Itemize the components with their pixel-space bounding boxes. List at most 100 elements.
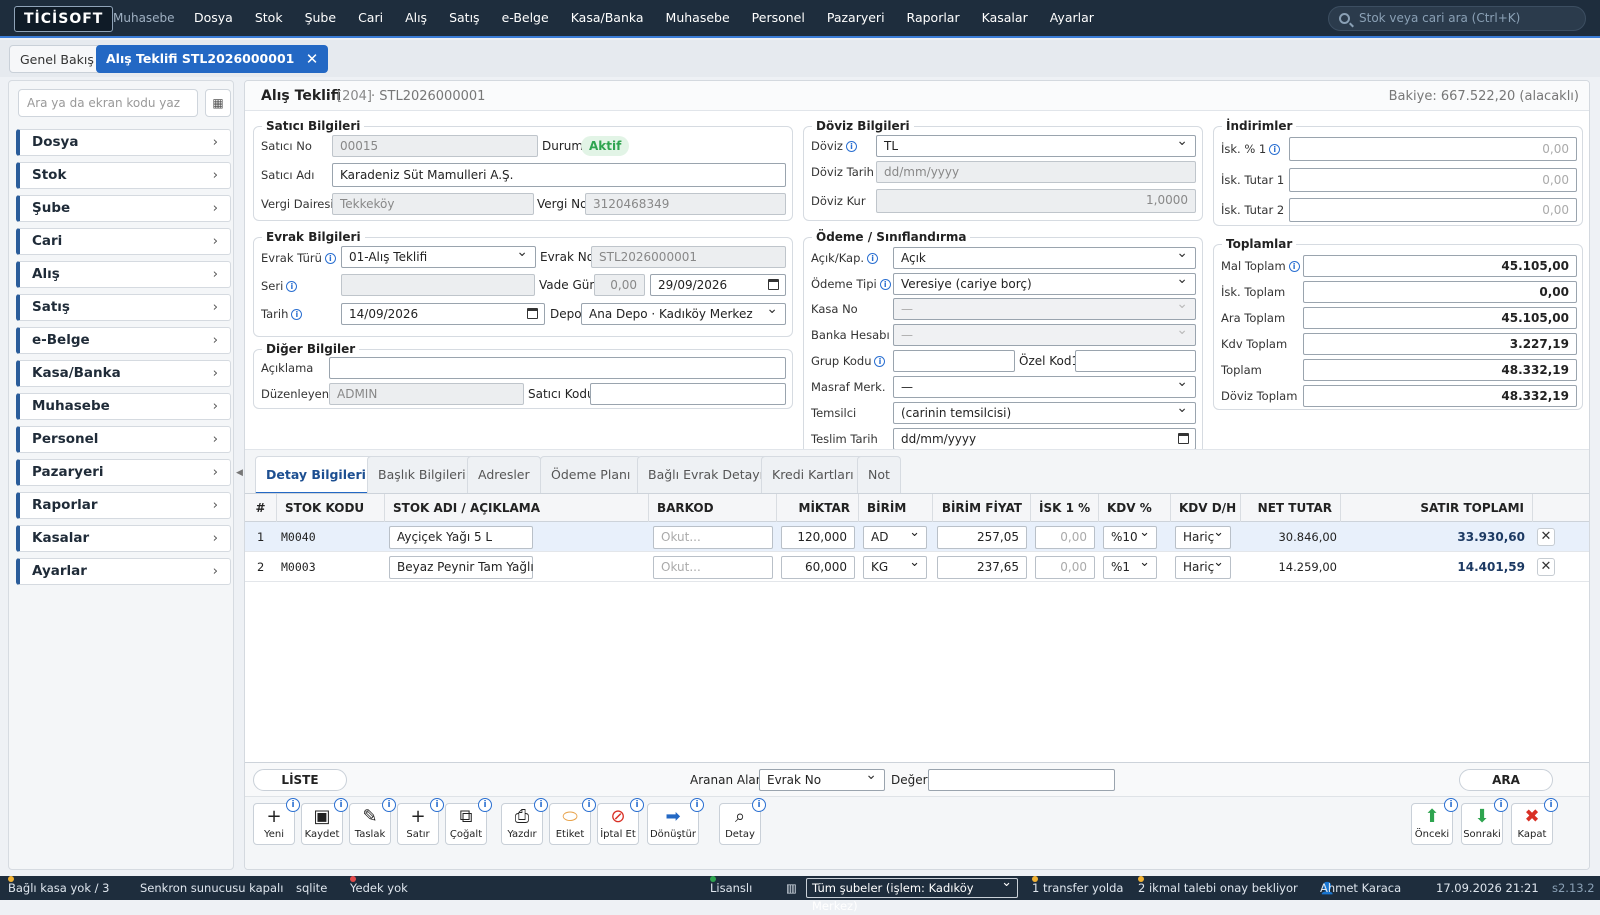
col-row-total[interactable]: SATIR TOPLAMI <box>1341 494 1533 522</box>
next-button[interactable]: ⬇ Sonraki i <box>1461 798 1508 845</box>
branch-select[interactable]: Tüm şubeler (işlem: Kadıköy Merkez) <box>806 874 1018 913</box>
representative-select[interactable]: (carinin temsilcisi) <box>893 402 1196 424</box>
info-icon[interactable]: i <box>1269 144 1281 155</box>
info-icon[interactable]: i <box>752 798 766 812</box>
calendar-icon[interactable] <box>768 279 779 290</box>
row-vat-select[interactable]: %10 <box>1103 522 1157 549</box>
sidebar-item-sube[interactable]: Şube › <box>16 195 231 222</box>
payment-type-select[interactable]: Veresiye (cariye borç) <box>893 273 1196 295</box>
sidebar-item-raporlar[interactable]: Raporlar › <box>16 492 231 519</box>
tab-header-info[interactable]: Başlık Bilgileri <box>367 456 477 494</box>
discount-amount2-field[interactable]: 0,00 <box>1289 198 1577 222</box>
calendar-icon[interactable] <box>527 308 538 319</box>
row-discount-input[interactable]: 0,00 <box>1035 526 1095 549</box>
collapse-sidebar-icon[interactable]: ◀ <box>236 468 243 478</box>
search-value-input[interactable] <box>928 769 1115 791</box>
sidebar-item-cari[interactable]: Cari › <box>16 228 231 255</box>
col-unit-price[interactable]: BİRİM FİYAT <box>933 494 1031 522</box>
info-icon[interactable]: i <box>382 798 396 812</box>
info-icon[interactable]: i <box>478 798 492 812</box>
tab-note[interactable]: Not <box>857 456 901 494</box>
doc-no-field[interactable]: STL2026000001 <box>591 246 786 268</box>
description-field[interactable] <box>329 357 786 379</box>
col-index[interactable]: # <box>245 494 277 522</box>
menu-personel[interactable]: Personel <box>741 0 816 36</box>
sidebar-item-ebelge[interactable]: e-Belge › <box>16 327 231 354</box>
menu-sube[interactable]: Şube <box>294 0 347 36</box>
sidebar-item-pazaryeri[interactable]: Pazaryeri › <box>16 459 231 486</box>
col-stock-code[interactable]: STOK KODU <box>277 494 385 522</box>
cost-center-select[interactable]: — <box>893 376 1196 398</box>
delete-row-icon[interactable]: ✕ <box>1537 558 1555 576</box>
discount-percent-field[interactable]: 0,00 <box>1289 137 1577 161</box>
label-button[interactable]: ⬭ Etiket i <box>549 798 596 845</box>
exchange-rate-field[interactable]: 1,0000 <box>876 189 1196 213</box>
app-logo[interactable]: TİCİSOFT <box>14 6 114 32</box>
info-icon[interactable]: i <box>334 798 348 812</box>
global-search-input[interactable]: Stok veya cari ara (Ctrl+K) <box>1328 6 1586 31</box>
menu-ayarlar[interactable]: Ayarlar <box>1039 0 1105 36</box>
table-row[interactable]: 1 M0040 Ayçiçek Yağı 5 L Okut... 120,000… <box>245 522 1589 552</box>
col-unit[interactable]: BİRİM <box>859 494 933 522</box>
col-quantity[interactable]: MİKTAR <box>777 494 859 522</box>
tab-overview[interactable]: Genel Bakış <box>9 45 105 73</box>
sidebar-item-stok[interactable]: Stok › <box>16 162 231 189</box>
row-quantity-input[interactable]: 60,000 <box>781 556 855 579</box>
info-icon[interactable]: i <box>1288 261 1300 272</box>
row-vat-dh-select[interactable]: Hariç <box>1175 522 1231 549</box>
info-icon[interactable]: i <box>534 798 548 812</box>
depot-select[interactable]: Ana Depo · Kadıköy Merkez <box>581 303 786 325</box>
tax-office-field[interactable]: Tekkeköy <box>332 193 534 215</box>
info-icon[interactable]: i <box>879 279 891 290</box>
draft-button[interactable]: ✎ Taslak i <box>349 798 396 845</box>
tab-payment-plan[interactable]: Ödeme Planı <box>540 456 642 494</box>
row-unit-select[interactable]: KG <box>863 552 927 579</box>
new-button[interactable]: + Yeni i <box>253 798 300 845</box>
editor-field[interactable]: ADMIN <box>329 383 524 405</box>
due-date-field[interactable]: 29/09/2026 <box>650 274 786 296</box>
row-barcode-input[interactable]: Okut... <box>653 556 773 579</box>
tab-credit-cards[interactable]: Kredi Kartları <box>761 456 865 494</box>
row-stock-name[interactable]: Beyaz Peynir Tam Yağlı <box>389 556 534 579</box>
menu-dosya[interactable]: Dosya <box>183 0 244 36</box>
row-vat-select[interactable]: %1 <box>1103 552 1157 579</box>
menu-muhasebe[interactable]: Muhasebe <box>655 0 741 36</box>
series-field[interactable] <box>341 274 535 296</box>
discount-amount1-field[interactable]: 0,00 <box>1289 168 1577 192</box>
delivery-date-field[interactable]: dd/mm/yyyy <box>893 428 1196 450</box>
previous-button[interactable]: ⬆ Önceki i <box>1411 798 1458 845</box>
col-discount[interactable]: İSK 1 % <box>1031 494 1099 522</box>
special-code-field[interactable] <box>1075 350 1196 372</box>
menu-cari[interactable]: Cari <box>347 0 394 36</box>
info-icon[interactable]: i <box>430 798 444 812</box>
menu-pazaryeri[interactable]: Pazaryeri <box>816 0 896 36</box>
bank-account-select[interactable]: — <box>893 324 1196 346</box>
cash-no-select[interactable]: — <box>893 298 1196 320</box>
close-icon[interactable]: ✕ <box>306 45 319 73</box>
menu-alis[interactable]: Alış <box>394 0 438 36</box>
group-code-field[interactable] <box>893 350 1015 372</box>
print-button[interactable]: ⎙ Yazdır i <box>501 798 548 845</box>
search-field-select[interactable]: Evrak No <box>759 769 885 791</box>
menu-raporlar[interactable]: Raporlar <box>896 0 971 36</box>
info-icon[interactable]: i <box>286 798 300 812</box>
info-icon[interactable]: i <box>286 281 298 292</box>
info-icon[interactable]: i <box>582 798 596 812</box>
info-icon[interactable]: i <box>690 798 704 812</box>
seller-name-field[interactable]: Karadeniz Süt Mamulleri A.Ş. <box>332 163 786 187</box>
info-icon[interactable]: i <box>1494 798 1508 812</box>
seller-no-field[interactable]: 00015 <box>332 135 538 157</box>
sidebar-item-ayarlar[interactable]: Ayarlar › <box>16 558 231 585</box>
tab-detail-info[interactable]: Detay Bilgileri <box>255 456 377 495</box>
duplicate-button[interactable]: ⧉ Çoğalt i <box>445 798 492 845</box>
sidebar-item-kasa-banka[interactable]: Kasa/Banka › <box>16 360 231 387</box>
sidebar-item-satis[interactable]: Satış › <box>16 294 231 321</box>
row-vat-dh-select[interactable]: Hariç <box>1175 552 1231 579</box>
convert-button[interactable]: ➡ Dönüştür i <box>647 798 704 845</box>
info-icon[interactable]: i <box>630 798 644 812</box>
row-barcode-input[interactable]: Okut... <box>653 526 773 549</box>
due-days-field[interactable]: 0,00 <box>594 274 645 296</box>
menu-ebelge[interactable]: e-Belge <box>491 0 560 36</box>
currency-select[interactable]: TL <box>876 135 1196 157</box>
tab-linked-documents[interactable]: Bağlı Evrak Detayı <box>637 456 775 494</box>
